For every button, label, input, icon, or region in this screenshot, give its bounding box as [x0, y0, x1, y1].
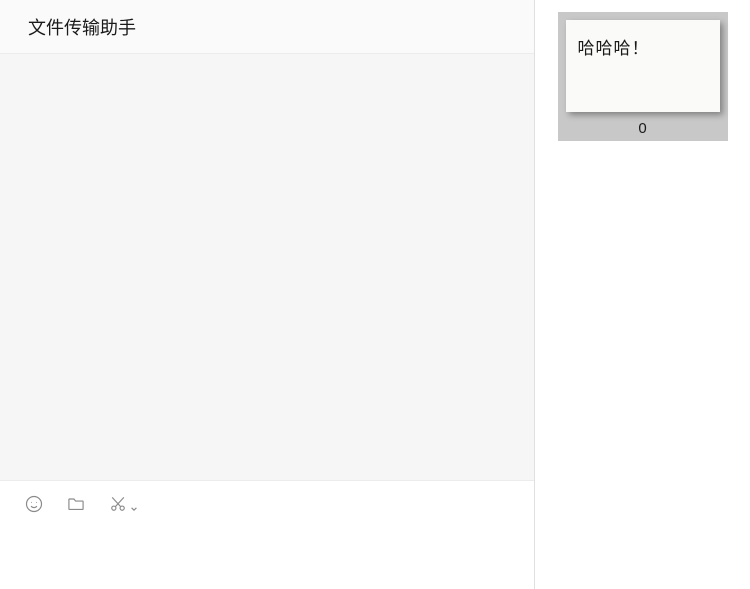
chevron-down-icon	[130, 500, 138, 508]
chat-input-area[interactable]	[0, 527, 534, 589]
side-panel: 哈哈哈！ 0	[535, 0, 750, 589]
sticker-preview-count: 0	[566, 120, 720, 137]
chat-header: 文件传输助手	[0, 0, 534, 54]
chat-panel: 文件传输助手	[0, 0, 535, 589]
sticker-preview-card: 哈哈哈！	[566, 20, 720, 112]
emoji-icon[interactable]	[24, 494, 44, 514]
chat-toolbar	[0, 481, 534, 527]
folder-icon[interactable]	[66, 494, 86, 514]
chat-title: 文件传输助手	[28, 14, 506, 40]
chat-messages-area[interactable]	[0, 54, 534, 481]
scissors-icon	[108, 494, 128, 514]
sticker-preview-box[interactable]: 哈哈哈！ 0	[558, 12, 728, 141]
sticker-preview-text: 哈哈哈！	[578, 34, 708, 59]
screenshot-button[interactable]	[108, 494, 138, 514]
